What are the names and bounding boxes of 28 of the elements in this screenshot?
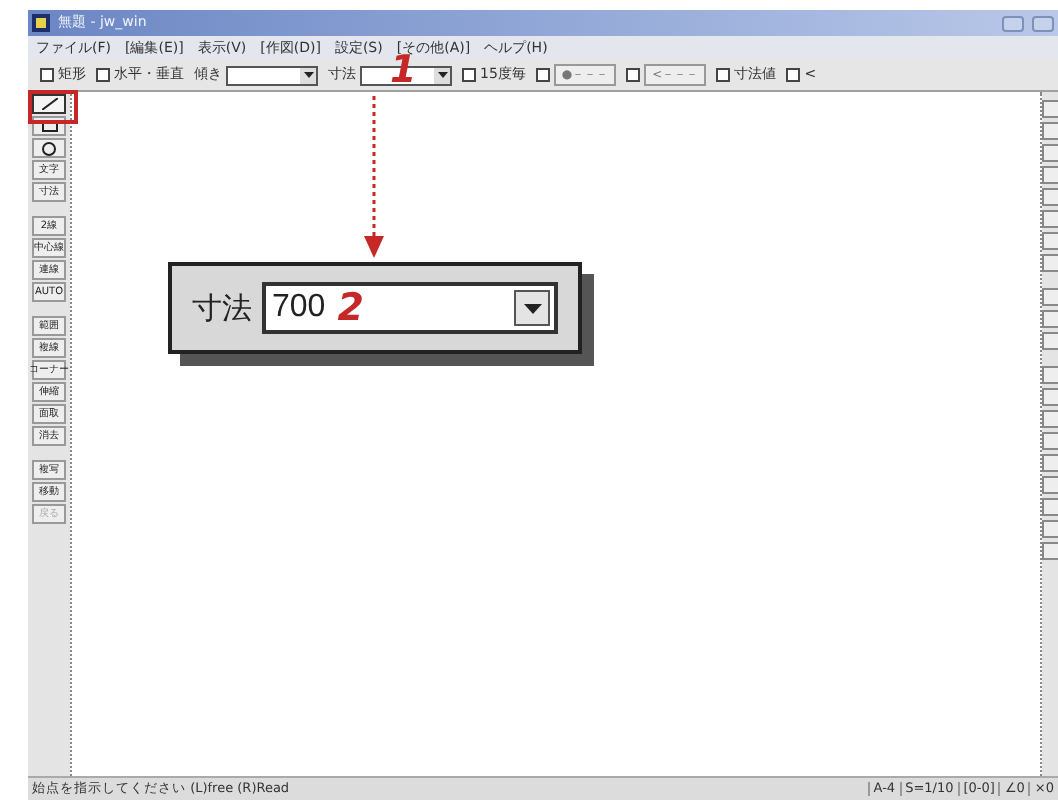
maximize-button[interactable] xyxy=(1032,15,1054,31)
checkbox[interactable] xyxy=(716,68,731,82)
checkbox[interactable] xyxy=(535,68,550,82)
checkbox[interactable] xyxy=(96,68,110,82)
checkbox[interactable] xyxy=(40,68,54,82)
drawing-canvas[interactable] xyxy=(70,92,1042,776)
circle-icon xyxy=(42,141,56,155)
dimension-value: 700 xyxy=(272,288,326,328)
rectangle-icon xyxy=(41,120,57,132)
callout-number: 2 xyxy=(337,289,364,327)
checkbox[interactable] xyxy=(462,68,476,82)
dropdown-button[interactable] xyxy=(434,67,450,83)
minimize-button[interactable] xyxy=(1002,15,1024,31)
caret-icon xyxy=(437,72,447,78)
dropdown-button[interactable] xyxy=(300,67,316,83)
app-icon xyxy=(32,14,50,32)
caret-icon xyxy=(303,72,313,78)
checkbox[interactable] xyxy=(626,68,641,82)
line-icon xyxy=(41,98,57,110)
highlight-frame xyxy=(28,90,78,124)
checkbox[interactable] xyxy=(786,68,801,82)
dimension-combo[interactable]: 700 2 xyxy=(262,282,558,334)
combo-field[interactable] xyxy=(226,65,318,85)
tool-button[interactable] xyxy=(32,94,66,114)
dimension-label: 寸法 xyxy=(192,287,252,330)
dropdown-button[interactable] xyxy=(514,290,550,326)
tool-button[interactable] xyxy=(32,138,66,158)
caret-icon xyxy=(523,303,541,313)
